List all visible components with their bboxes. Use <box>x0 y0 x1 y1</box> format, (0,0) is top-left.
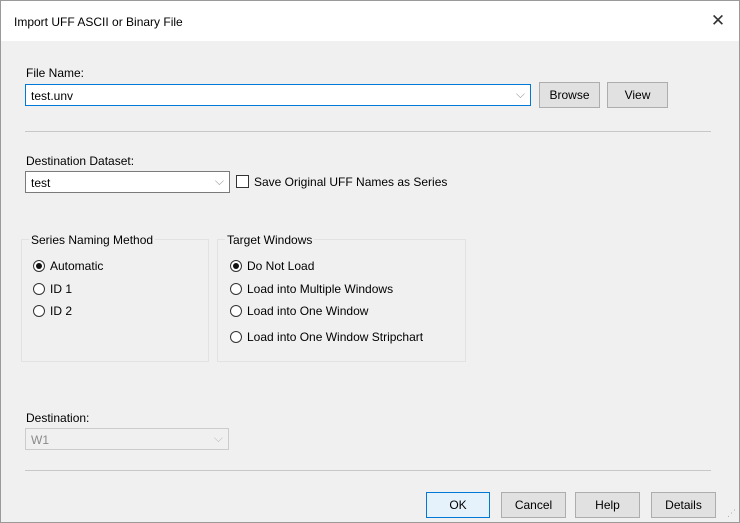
radio-circle[interactable] <box>33 305 45 317</box>
view-button[interactable]: View <box>607 82 668 108</box>
destination-dataset-value: test <box>31 176 51 190</box>
radio-label: ID 2 <box>50 304 73 318</box>
radio-id1[interactable]: ID 1 <box>33 281 183 297</box>
target-windows-title: Target Windows <box>225 233 315 247</box>
radio-load-one-window-stripchart[interactable]: Load into One Window Stripchart <box>230 329 460 345</box>
ok-button[interactable]: OK <box>426 492 490 518</box>
destination-label: Destination: <box>26 411 90 425</box>
file-name-label: File Name: <box>26 66 85 80</box>
radio-label: Load into One Window <box>247 304 369 318</box>
radio-circle[interactable] <box>230 283 242 295</box>
separator-bottom <box>25 470 711 471</box>
file-name-combo[interactable]: test.unv ⌵ <box>25 84 531 106</box>
radio-do-not-load[interactable]: Do Not Load <box>230 258 460 274</box>
radio-load-multiple-windows[interactable]: Load into Multiple Windows <box>230 281 460 297</box>
radio-label: Load into One Window Stripchart <box>247 330 424 344</box>
radio-circle[interactable] <box>33 283 45 295</box>
destination-dataset-label: Destination Dataset: <box>26 154 135 168</box>
radio-label: Automatic <box>50 259 104 273</box>
details-button[interactable]: Details <box>651 492 716 518</box>
separator-top <box>25 131 711 132</box>
checkbox-box[interactable] <box>236 175 249 188</box>
window-title: Import UFF ASCII or Binary File <box>14 15 183 29</box>
file-name-value: test.unv <box>31 89 74 103</box>
series-naming-title: Series Naming Method <box>29 233 156 247</box>
browse-button[interactable]: Browse <box>539 82 600 108</box>
import-uff-dialog: Import UFF ASCII or Binary File ✕ File N… <box>0 0 740 523</box>
help-button[interactable]: Help <box>575 492 640 518</box>
destination-value: W1 <box>31 433 49 447</box>
radio-circle[interactable] <box>33 260 45 272</box>
chevron-down-icon[interactable]: ⌵ <box>215 174 224 189</box>
save-uff-names-label: Save Original UFF Names as Series <box>254 175 448 189</box>
radio-label: Load into Multiple Windows <box>247 282 394 296</box>
destination-dataset-combo[interactable]: test ⌵ <box>25 171 230 193</box>
resize-grip-icon[interactable]: ⋰ <box>727 508 736 519</box>
destination-combo: W1 ⌵ <box>25 428 229 450</box>
save-uff-names-checkbox[interactable]: Save Original UFF Names as Series <box>236 174 466 190</box>
radio-circle[interactable] <box>230 305 242 317</box>
radio-circle[interactable] <box>230 260 242 272</box>
title-bar[interactable]: Import UFF ASCII or Binary File ✕ <box>1 1 739 41</box>
cancel-button[interactable]: Cancel <box>501 492 566 518</box>
close-icon[interactable]: ✕ <box>705 9 731 33</box>
radio-load-one-window[interactable]: Load into One Window <box>230 303 460 319</box>
chevron-down-icon: ⌵ <box>213 431 223 445</box>
radio-automatic[interactable]: Automatic <box>33 258 183 274</box>
radio-label: Do Not Load <box>247 259 315 273</box>
radio-label: ID 1 <box>50 282 73 296</box>
radio-id2[interactable]: ID 2 <box>33 303 183 319</box>
radio-circle[interactable] <box>230 331 242 343</box>
chevron-down-icon[interactable]: ⌵ <box>516 87 525 102</box>
